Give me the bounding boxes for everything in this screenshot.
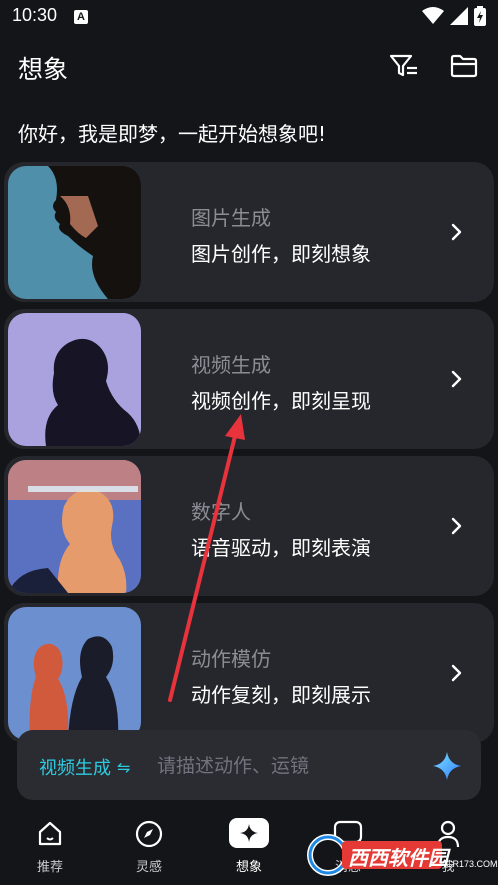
card-title: 图片生成 [191,206,271,230]
chevron-right-icon [451,517,462,535]
status-bar: 10:30 A [0,0,498,34]
wifi-icon [422,7,444,24]
notification-icon: A [74,10,88,24]
card-subtitle: 动作复刻，即刻展示 [191,683,371,707]
chevron-right-icon [451,664,462,682]
prompt-input[interactable] [155,750,419,782]
swap-icon: ⇋ [117,757,131,777]
card-title: 数字人 [191,500,251,524]
card-subtitle: 视频创作，即刻呈现 [191,389,371,413]
watermark-text: 西西软件园 [348,846,448,870]
signal-icon [450,7,468,25]
watermark-domain: CR173.COM [446,859,498,869]
greeting-text: 你好，我是即梦，一起开始想象吧! [18,122,327,146]
app-header: 想象 [0,40,498,92]
page-title: 想象 [18,55,69,84]
card-title: 动作模仿 [191,647,271,671]
card-thumbnail [8,460,141,593]
mode-label: 视频生成 [39,758,111,779]
card-title: 视频生成 [191,353,271,377]
folder-button[interactable] [448,50,480,82]
nav-label: 推荐 [36,860,63,875]
filter-button[interactable] [388,50,420,82]
nav-item-recommend[interactable]: 推荐 [10,818,90,878]
compass-icon [135,820,163,848]
card-image-generation[interactable]: 图片生成 图片创作，即刻想象 [4,162,494,302]
card-subtitle: 语音驱动，即刻表演 [191,536,371,560]
nav-label: 灵感 [135,860,162,875]
filter-icon [389,54,417,77]
card-subtitle: 图片创作，即刻想象 [191,242,371,266]
nav-label: 想象 [235,860,262,875]
card-motion-imitation[interactable]: 动作模仿 动作复刻，即刻展示 [4,603,494,743]
prompt-bar: 视频生成 ⇋ [17,730,481,800]
card-digital-human[interactable]: 数字人 语音驱动，即刻表演 [4,456,494,596]
status-time: 10:30 [12,5,58,25]
home-icon [38,821,62,846]
nav-item-imagine[interactable]: 想象 [209,818,289,878]
status-icons [422,6,486,26]
sparkle-icon [240,824,258,842]
card-video-generation[interactable]: 视频生成 视频创作，即刻呈现 [4,309,494,449]
watermark-logo: 西西软件园 CR173.COM [300,833,498,877]
card-thumbnail [8,313,141,446]
chevron-right-icon [451,223,462,241]
card-thumbnail [8,166,141,299]
sparkle-generate-icon[interactable] [431,750,463,782]
battery-icon [474,6,486,26]
card-thumbnail [8,607,141,740]
chevron-right-icon [451,370,462,388]
nav-item-inspiration[interactable]: 灵感 [109,818,189,878]
folder-icon [450,54,478,78]
mode-selector-button[interactable]: 视频生成 ⇋ [39,754,130,780]
